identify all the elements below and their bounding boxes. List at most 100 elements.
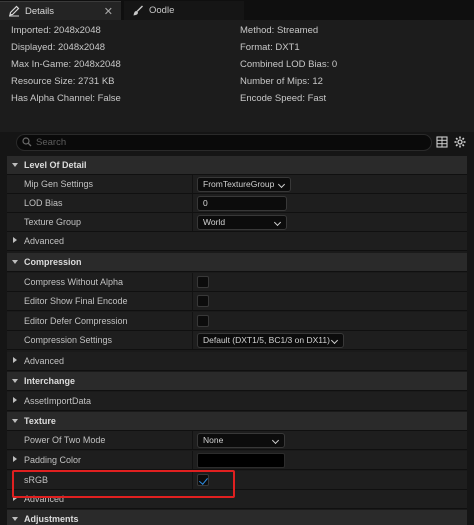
column-divider[interactable] (192, 331, 193, 349)
property-compression-settings: Compression Settings Default (DXT1/5, BC… (7, 331, 467, 350)
chevron-down-icon (277, 180, 286, 189)
category-title: Level Of Detail (24, 160, 87, 170)
column-divider[interactable] (192, 213, 193, 231)
dropdown-value: Default (DXT1/5, BC1/3 on DX11) (203, 335, 330, 345)
tab-bar: Details ✕ Oodle (0, 0, 474, 20)
property-editor-defer-compression: Editor Defer Compression (7, 312, 467, 331)
property-label: sRGB (24, 475, 49, 485)
power-of-two-mode-dropdown[interactable]: None (197, 433, 285, 448)
info-max-in-game: Max In-Game: 2048x2048 (11, 59, 121, 70)
property-label: Editor Show Final Encode (24, 296, 128, 306)
compression-settings-dropdown[interactable]: Default (DXT1/5, BC1/3 on DX11) (197, 333, 344, 348)
srgb-checkbox[interactable] (197, 474, 209, 486)
property-texture-group: Texture Group World (7, 213, 467, 232)
info-encode-speed: Encode Speed: Fast (240, 93, 327, 104)
property-compress-without-alpha: Compress Without Alpha (7, 273, 467, 292)
info-displayed: Displayed: 2048x2048 (11, 42, 106, 53)
advanced-label: Advanced (24, 494, 65, 504)
category-adjustments[interactable]: Adjustments (7, 510, 467, 525)
lod-bias-input[interactable]: 0 (197, 196, 287, 211)
advanced-compression-row[interactable]: Advanced (7, 352, 467, 371)
column-divider[interactable] (192, 471, 193, 489)
property-padding-color: Padding Color (7, 451, 467, 470)
property-label: Compress Without Alpha (24, 277, 124, 287)
tab-oodle[interactable]: Oodle (124, 1, 244, 20)
chevron-down-icon (271, 436, 280, 445)
category-level-of-detail[interactable]: Level Of Detail (7, 156, 467, 175)
property-mip-gen-settings: Mip Gen Settings FromTextureGroup (7, 175, 467, 194)
search-box[interactable] (16, 134, 432, 151)
property-label: AssetImportData (24, 396, 92, 406)
expand-arrow-icon (12, 517, 18, 521)
dropdown-value: FromTextureGroup (203, 179, 275, 189)
property-asset-import-data[interactable]: AssetImportData (7, 392, 467, 411)
compress-without-alpha-checkbox[interactable] (197, 276, 209, 288)
texture-group-dropdown[interactable]: World (197, 215, 287, 230)
search-icon (22, 136, 32, 149)
column-divider[interactable] (192, 194, 193, 212)
property-label: Texture Group (24, 217, 82, 227)
category-title: Interchange (24, 376, 76, 386)
property-label: Compression Settings (24, 335, 113, 345)
chevron-down-icon (330, 336, 339, 345)
property-editor-show-final-encode: Editor Show Final Encode (7, 292, 467, 311)
info-format: Format: DXT1 (240, 42, 300, 53)
expand-arrow-icon (13, 495, 17, 501)
info-imported: Imported: 2048x2048 (11, 25, 101, 36)
column-divider[interactable] (192, 431, 193, 449)
expand-arrow-icon (12, 379, 18, 383)
property-label: LOD Bias (24, 198, 63, 208)
info-number-of-mips: Number of Mips: 12 (240, 76, 323, 87)
advanced-texture-row[interactable]: Advanced (7, 490, 467, 509)
grid-view-icon[interactable] (436, 136, 448, 148)
info-method: Method: Streamed (240, 25, 319, 36)
property-label: Editor Defer Compression (24, 316, 128, 326)
advanced-lod-row[interactable]: Advanced (7, 232, 467, 251)
property-label: Power Of Two Mode (24, 435, 106, 445)
texture-info-panel: Imported: 2048x2048 Displayed: 2048x2048… (0, 20, 474, 132)
advanced-label: Advanced (24, 236, 65, 246)
property-power-of-two-mode: Power Of Two Mode None (7, 431, 467, 450)
category-interchange[interactable]: Interchange (7, 372, 467, 391)
close-icon[interactable]: ✕ (104, 5, 113, 18)
property-lod-bias: LOD Bias 0 (7, 194, 467, 213)
category-title: Texture (24, 416, 56, 426)
gear-icon[interactable] (454, 136, 466, 148)
column-divider[interactable] (192, 292, 193, 310)
tab-details-label: Details (25, 5, 55, 17)
pencil-icon (8, 5, 20, 17)
tab-oodle-label: Oodle (149, 5, 175, 16)
mip-gen-settings-dropdown[interactable]: FromTextureGroup (197, 177, 291, 192)
info-has-alpha: Has Alpha Channel: False (11, 93, 121, 104)
property-srgb: sRGB (7, 471, 467, 490)
info-resource-size: Resource Size: 2731 KB (11, 76, 115, 87)
brush-icon (132, 5, 144, 17)
dropdown-value: World (203, 217, 226, 227)
dropdown-value: None (203, 435, 224, 445)
editor-defer-compression-checkbox[interactable] (197, 315, 209, 327)
expand-arrow-icon (12, 260, 18, 264)
info-combined-lod-bias: Combined LOD Bias: 0 (240, 59, 338, 70)
property-label: Mip Gen Settings (24, 179, 94, 189)
column-divider[interactable] (192, 451, 193, 469)
expand-arrow-icon (13, 456, 17, 462)
expand-arrow-icon (13, 237, 17, 243)
expand-arrow-icon (13, 357, 17, 363)
editor-show-final-encode-checkbox[interactable] (197, 295, 209, 307)
category-title: Compression (24, 257, 82, 267)
tab-details[interactable]: Details ✕ (0, 1, 121, 20)
padding-color-swatch[interactable] (197, 453, 285, 468)
category-title: Adjustments (24, 514, 79, 524)
column-divider[interactable] (192, 273, 193, 291)
advanced-label: Advanced (24, 356, 65, 366)
column-divider[interactable] (192, 175, 193, 193)
chevron-down-icon (273, 218, 282, 227)
column-divider[interactable] (192, 312, 193, 330)
category-texture[interactable]: Texture (7, 412, 467, 431)
property-label: Padding Color (24, 455, 82, 465)
expand-arrow-icon (12, 419, 18, 423)
details-property-panel: Level Of Detail Mip Gen Settings FromTex… (7, 156, 467, 525)
search-input[interactable] (36, 137, 416, 148)
category-compression[interactable]: Compression (7, 253, 467, 272)
search-row (0, 132, 474, 154)
